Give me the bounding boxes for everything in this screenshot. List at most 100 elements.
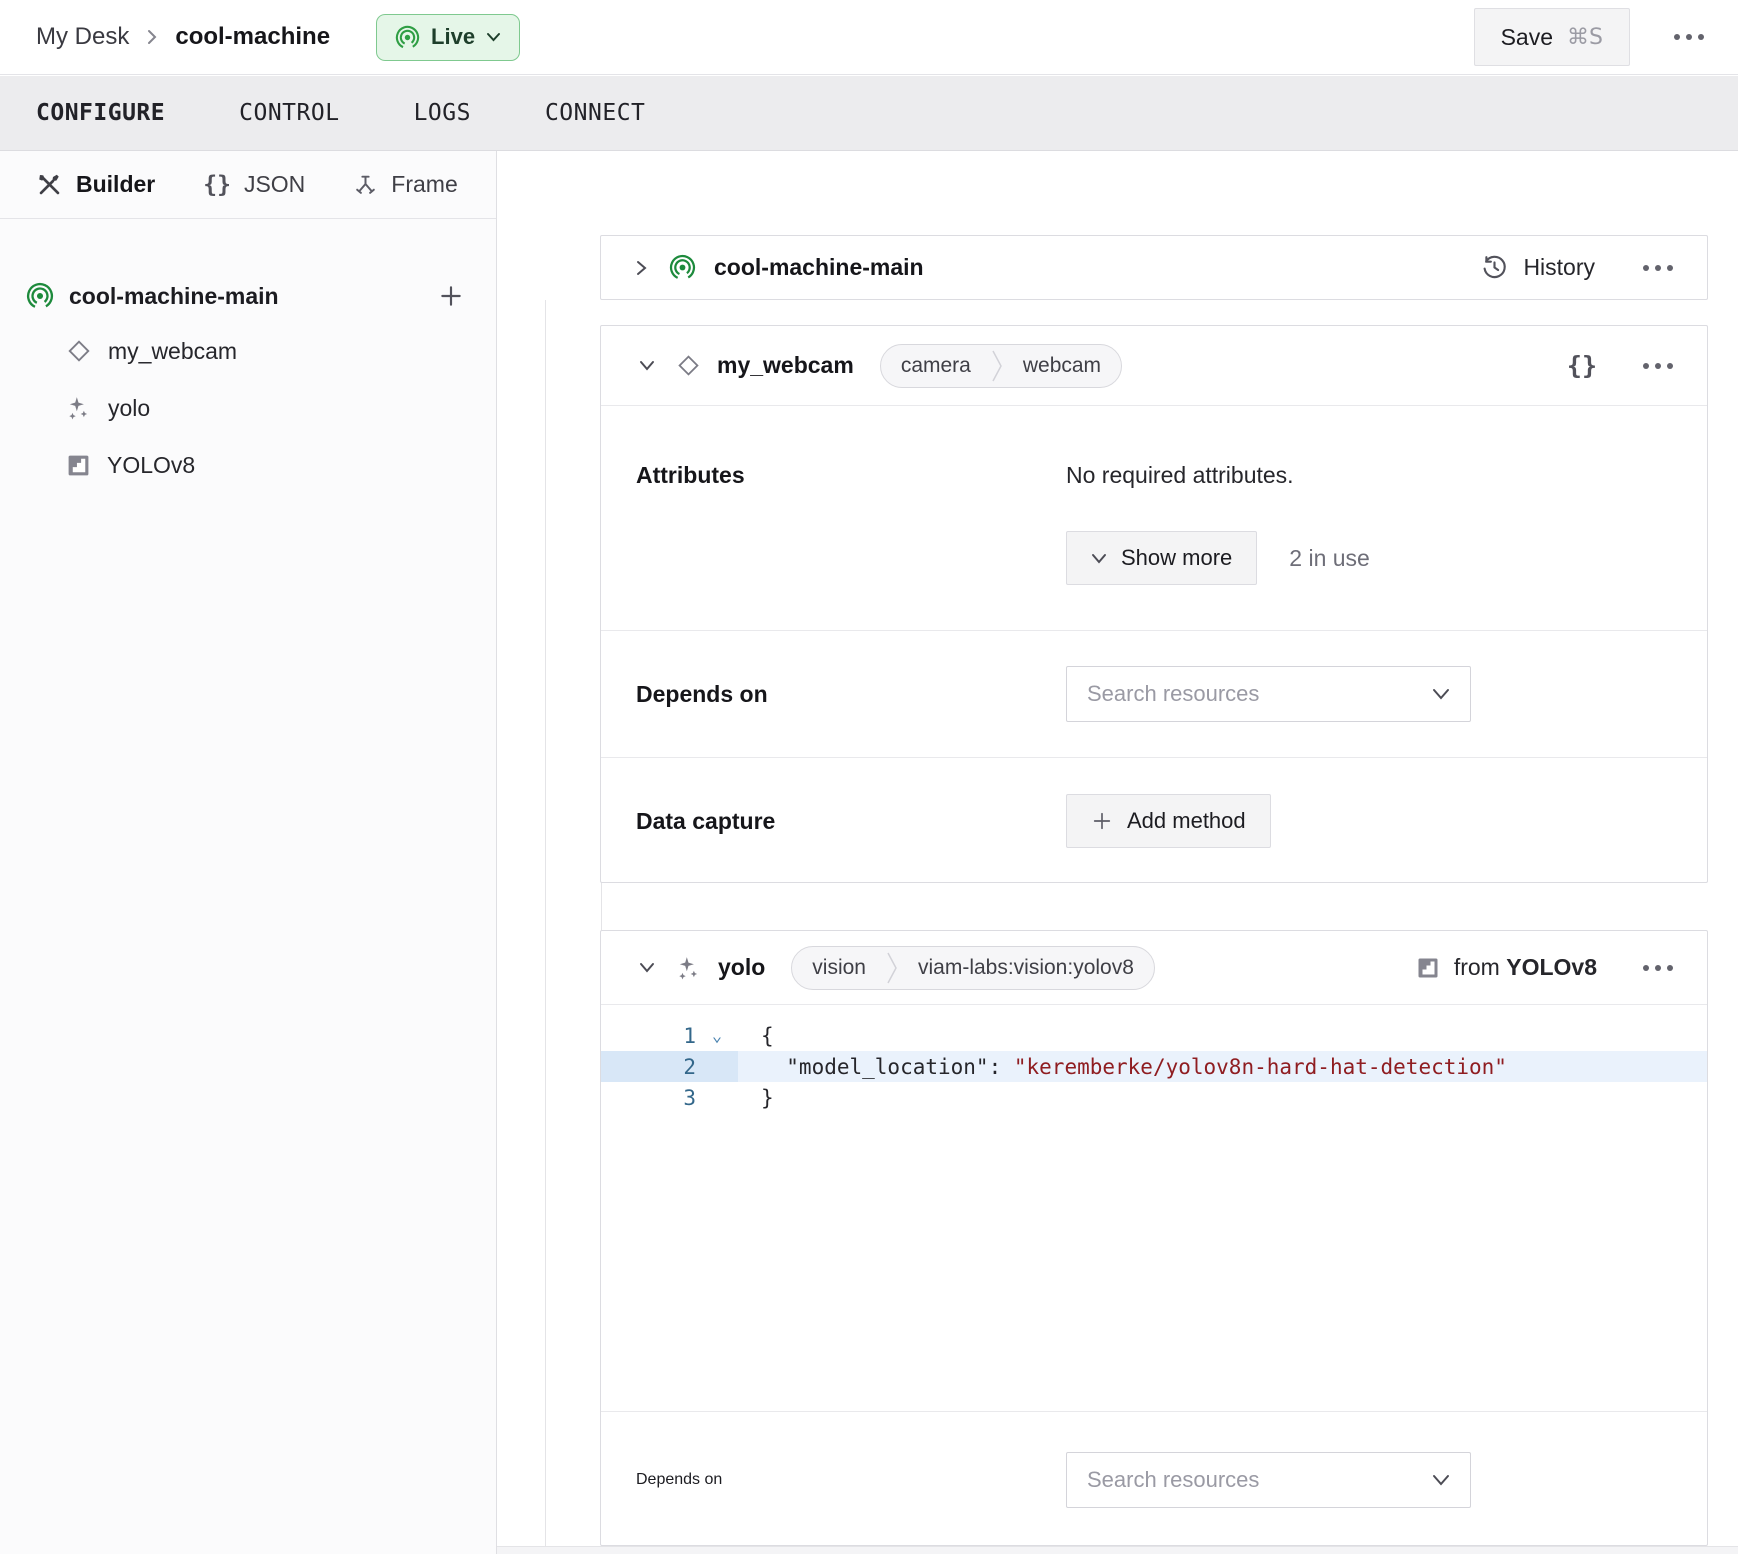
save-button[interactable]: Save ⌘S <box>1474 8 1630 66</box>
my-webcam-card: my_webcam camera webcam {} Attributes <box>600 325 1708 883</box>
viam-machine-config-page: My Desk cool-machine Live Save ⌘S CONFIG… <box>0 0 1738 1554</box>
module-icon <box>66 453 91 478</box>
from-module-text: from YOLOv8 <box>1454 954 1597 981</box>
top-header: My Desk cool-machine Live Save ⌘S <box>0 0 1738 75</box>
resource-more-menu-icon[interactable] <box>1637 955 1679 981</box>
resource-type: vision <box>792 956 886 980</box>
from-module-indicator: from YOLOv8 <box>1416 954 1597 981</box>
broadcast-icon <box>395 25 420 50</box>
json-key: "model_location" <box>761 1055 989 1079</box>
resource-model: webcam <box>1003 354 1121 378</box>
chevron-down-icon <box>1091 553 1107 564</box>
broadcast-icon <box>26 282 54 310</box>
builder-label: Builder <box>76 171 155 198</box>
yolo-card-header: yolo vision viam-labs:vision:yolov8 <box>601 931 1707 1005</box>
braces-icon: {} <box>203 172 231 198</box>
frame-axes-icon <box>353 172 378 197</box>
depends-on-section: Depends on Search resources <box>601 631 1707 758</box>
tree-item-my-webcam[interactable]: my_webcam <box>66 329 464 373</box>
line-number: 2 <box>601 1055 696 1079</box>
chevron-down-icon <box>1432 1474 1450 1486</box>
tools-icon <box>36 171 63 198</box>
add-method-label: Add method <box>1127 808 1246 834</box>
line-number: 3 <box>601 1086 696 1110</box>
plus-icon <box>438 283 464 309</box>
tree-item-yolov8-module[interactable]: YOLOv8 <box>66 443 464 487</box>
depends-on-placeholder: Search resources <box>1087 681 1259 707</box>
resource-title: yolo <box>718 954 765 981</box>
tree-item-label: YOLOv8 <box>107 452 195 479</box>
pill-divider-icon <box>886 946 898 990</box>
data-capture-label: Data capture <box>636 808 1066 835</box>
history-clock-icon <box>1481 254 1508 281</box>
save-shortcut: ⌘S <box>1567 25 1603 50</box>
config-sidebar: Builder {} JSON Frame <box>0 151 497 1554</box>
save-label: Save <box>1501 24 1553 51</box>
next-section-edge <box>497 1546 1738 1554</box>
add-resource-button[interactable] <box>438 283 464 309</box>
depends-on-placeholder: Search resources <box>1087 1467 1259 1493</box>
part-card-title: cool-machine-main <box>714 254 924 281</box>
resource-more-menu-icon[interactable] <box>1637 353 1679 379</box>
code-line-2-active: 2 "model_location": "keremberke/yolov8n-… <box>601 1051 1707 1082</box>
view-tab-builder[interactable]: Builder <box>36 171 155 198</box>
resource-type: camera <box>881 354 991 378</box>
fold-chevron-icon[interactable]: ⌄ <box>696 1026 738 1046</box>
header-more-menu-icon[interactable] <box>1668 24 1710 50</box>
depends-on-section: Depends on Search resources <box>601 1411 1707 1547</box>
resource-model: viam-labs:vision:yolov8 <box>898 956 1154 980</box>
show-more-button[interactable]: Show more <box>1066 531 1257 585</box>
yolo-card: yolo vision viam-labs:vision:yolov8 <box>600 930 1708 1546</box>
view-tab-frame[interactable]: Frame <box>353 171 457 198</box>
machine-part-card: cool-machine-main History <box>600 235 1708 300</box>
view-tab-json[interactable]: {} JSON <box>203 171 305 198</box>
frame-label: Frame <box>391 171 457 198</box>
tree-item-machine-part[interactable]: cool-machine-main <box>26 273 464 319</box>
tree-item-yolo[interactable]: yolo <box>66 386 464 430</box>
tab-control[interactable]: CONTROL <box>239 100 339 126</box>
config-main-panel: cool-machine-main History <box>497 151 1738 1554</box>
live-label: Live <box>431 24 475 50</box>
vision-sparkles-icon <box>676 955 702 981</box>
tab-logs[interactable]: LOGS <box>414 100 471 126</box>
collapse-chevron-down-icon[interactable] <box>636 960 658 975</box>
chevron-down-icon <box>486 32 501 42</box>
tree-root-label: cool-machine-main <box>69 283 279 310</box>
camera-diamond-icon <box>66 338 92 364</box>
breadcrumb-root-link[interactable]: My Desk <box>36 23 129 51</box>
history-button[interactable]: History <box>1481 254 1595 281</box>
code-line-1: 1 ⌄ { <box>601 1020 1707 1051</box>
resource-type-pill: camera webcam <box>880 344 1122 388</box>
attributes-json-editor[interactable]: 1 ⌄ { 2 "model_location": "keremberke/yo… <box>601 1005 1707 1411</box>
resource-title: my_webcam <box>717 352 854 379</box>
edit-json-icon[interactable]: {} <box>1567 351 1597 380</box>
tree-item-label: yolo <box>108 395 150 422</box>
add-method-button[interactable]: Add method <box>1066 794 1271 848</box>
my-webcam-card-header: my_webcam camera webcam {} <box>601 326 1707 406</box>
live-status-dropdown[interactable]: Live <box>376 14 520 61</box>
vision-sparkles-icon <box>66 395 92 421</box>
code-text: "model_location": "keremberke/yolov8n-ha… <box>738 1051 1707 1082</box>
plus-icon <box>1091 810 1113 832</box>
tab-connect[interactable]: CONNECT <box>545 100 645 126</box>
breadcrumb-current: cool-machine <box>175 23 330 51</box>
tab-configure[interactable]: CONFIGURE <box>36 100 165 126</box>
from-word: from <box>1454 954 1500 980</box>
code-text: { <box>738 1020 1707 1051</box>
history-label: History <box>1523 254 1595 281</box>
collapse-chevron-down-icon[interactable] <box>636 358 658 373</box>
show-more-label: Show more <box>1121 545 1232 571</box>
attributes-empty-text: No required attributes. <box>1066 462 1294 488</box>
tree-item-label: my_webcam <box>108 338 237 365</box>
resource-type-pill: vision viam-labs:vision:yolov8 <box>791 946 1155 990</box>
part-more-menu-icon[interactable] <box>1637 255 1679 281</box>
data-capture-section: Data capture Add method <box>601 758 1707 884</box>
expand-part-chevron-right-icon[interactable] <box>634 257 649 279</box>
resource-tree: cool-machine-main my_webcam <box>0 219 496 487</box>
json-string-value: "keremberke/yolov8n-hard-hat-detection" <box>1014 1055 1507 1079</box>
json-label: JSON <box>244 171 305 198</box>
depends-on-select[interactable]: Search resources <box>1066 666 1471 722</box>
depends-on-select[interactable]: Search resources <box>1066 1452 1471 1508</box>
depends-on-label: Depends on <box>636 681 1066 708</box>
from-module-name: YOLOv8 <box>1506 954 1597 980</box>
